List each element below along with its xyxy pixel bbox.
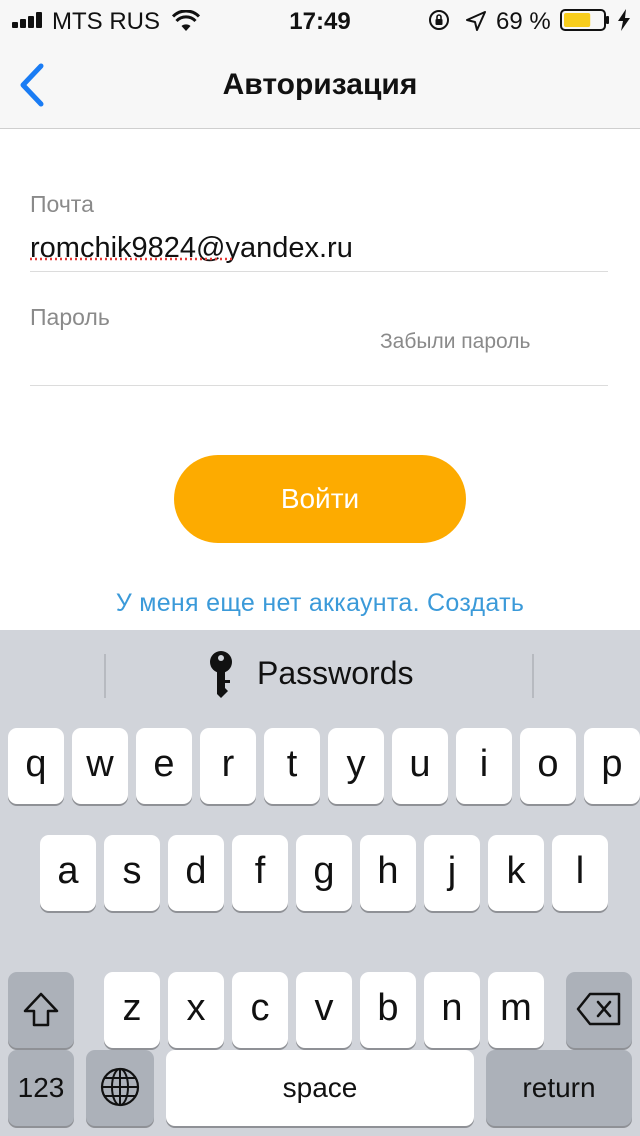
divider <box>104 654 106 698</box>
numbers-key[interactable]: 123 <box>8 1050 74 1126</box>
orientation-lock-icon <box>429 10 449 30</box>
key-h[interactable]: h <box>360 835 416 911</box>
spellcheck-underline <box>30 257 234 261</box>
return-key[interactable]: return <box>486 1050 632 1126</box>
nav-bar: Авторизация <box>0 40 640 129</box>
battery-icon <box>560 9 609 31</box>
key-e[interactable]: e <box>136 728 192 804</box>
key-k[interactable]: k <box>488 835 544 911</box>
key-p[interactable]: p <box>584 728 640 804</box>
key-n[interactable]: n <box>424 972 480 1048</box>
key-q[interactable]: q <box>8 728 64 804</box>
key-y[interactable]: y <box>328 728 384 804</box>
key-g[interactable]: g <box>296 835 352 911</box>
key-b[interactable]: b <box>360 972 416 1048</box>
key-m[interactable]: m <box>488 972 544 1048</box>
login-button[interactable]: Войти <box>174 455 466 543</box>
key-c[interactable]: c <box>232 972 288 1048</box>
password-label: Пароль <box>30 304 110 330</box>
key-o[interactable]: o <box>520 728 576 804</box>
key-i[interactable]: i <box>456 728 512 804</box>
space-key[interactable]: space <box>166 1050 474 1126</box>
keyboard-suggestion-bar: Passwords <box>0 630 640 718</box>
key-d[interactable]: d <box>168 835 224 911</box>
key-s[interactable]: s <box>104 835 160 911</box>
forgot-password-link[interactable]: Забыли пароль <box>380 330 530 354</box>
key-r[interactable]: r <box>200 728 256 804</box>
backspace-icon <box>576 992 621 1026</box>
backspace-key[interactable] <box>566 972 632 1048</box>
key-v[interactable]: v <box>296 972 352 1048</box>
shift-key[interactable] <box>8 972 74 1048</box>
key-u[interactable]: u <box>392 728 448 804</box>
key-l[interactable]: l <box>552 835 608 911</box>
key-z[interactable]: z <box>104 972 160 1048</box>
key-j[interactable]: j <box>424 835 480 911</box>
shift-icon <box>23 992 59 1027</box>
passwords-autofill-button[interactable]: Passwords <box>257 655 414 692</box>
create-account-link[interactable]: У меня еще нет аккаунта. Создать <box>0 589 640 618</box>
email-field[interactable] <box>30 226 608 272</box>
email-label: Почта <box>30 191 94 217</box>
charging-icon <box>618 9 630 31</box>
globe-icon <box>100 1067 140 1107</box>
keyboard: Passwords qwertyuiop asdfghjkl zxcvbnm 1… <box>0 630 640 1136</box>
key-w[interactable]: w <box>72 728 128 804</box>
key-t[interactable]: t <box>264 728 320 804</box>
key-x[interactable]: x <box>168 972 224 1048</box>
location-icon <box>466 11 486 31</box>
key-a[interactable]: a <box>40 835 96 911</box>
status-bar: MTS RUS 17:49 69 % <box>0 0 640 40</box>
divider <box>532 654 534 698</box>
key-f[interactable]: f <box>232 835 288 911</box>
key-icon <box>210 651 232 698</box>
battery-percent: 69 % <box>496 8 551 35</box>
globe-key[interactable] <box>86 1050 154 1126</box>
page-title: Авторизация <box>222 68 418 101</box>
